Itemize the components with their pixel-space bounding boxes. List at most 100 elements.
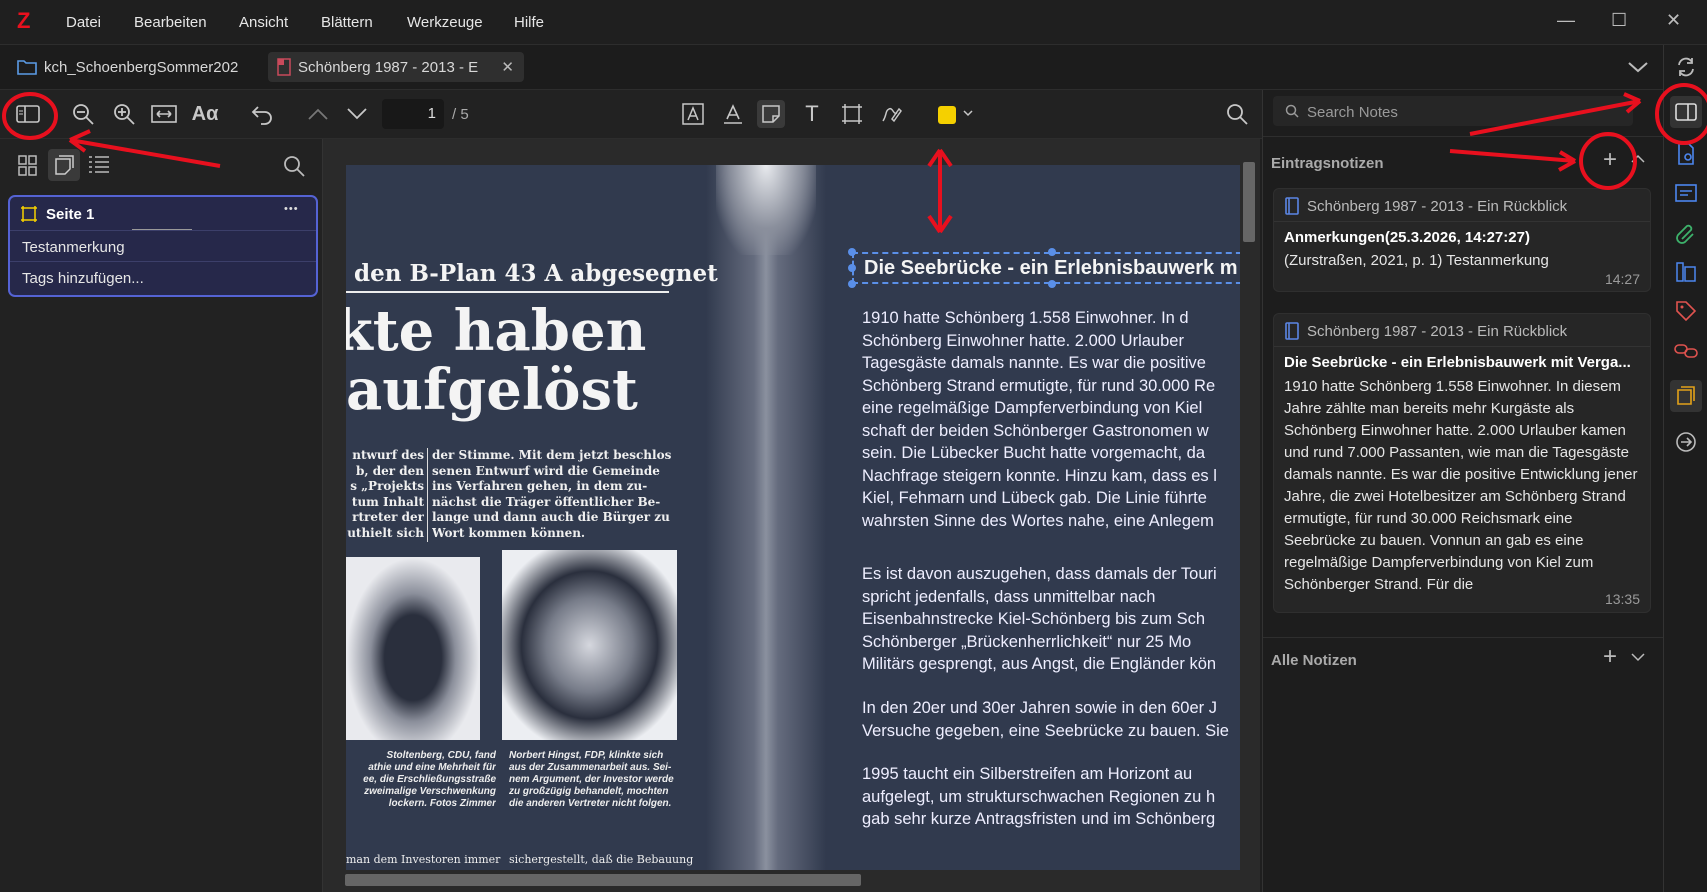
text-line: 1995 taucht ein Silberstreifen am Horizo… (862, 765, 1193, 783)
text-line: ee, die Erschließungsstraße (363, 774, 496, 785)
tab-library-label: kch_SchoenbergSommer202 (44, 58, 239, 76)
add-note-icon[interactable]: + (1603, 146, 1617, 174)
note-title: Die Seebrücke - ein Erlebnisbauwerk mit … (1284, 354, 1631, 371)
tab-bar: kch_SchoenbergSommer202 Schönberg 1987 -… (0, 45, 1663, 90)
libraries-collections-icon[interactable] (1674, 260, 1698, 284)
next-page-icon[interactable] (343, 100, 371, 128)
text-line: tum Inhalt (351, 494, 424, 509)
tab-reader-label: Schönberg 1987 - 2013 - E (298, 58, 479, 76)
menu-werkzeuge[interactable]: Werkzeuge (407, 14, 483, 31)
pdf-page[interactable]: den B-Plan 43 A abgesegnet kte haben auf… (346, 165, 1240, 870)
outline-view-icon[interactable] (88, 155, 110, 180)
rule (346, 291, 669, 293)
thumbnails-view-icon[interactable] (18, 155, 38, 182)
text-size-icon[interactable]: Aα (191, 100, 219, 128)
tab-library[interactable]: kch_SchoenbergSommer202 (16, 52, 252, 82)
text-line: Tagesgäste damals nannte. Es war die pos… (862, 354, 1206, 372)
text-line: Nachfrage steigern konnte. Hinzu kam, da… (862, 466, 1217, 485)
notes-icon[interactable] (1670, 380, 1702, 412)
menu-hilfe[interactable]: Hilfe (514, 14, 544, 31)
annotation-card[interactable]: Seite 1 ••• Testanmerkung Tags hinzufüge… (8, 195, 318, 297)
note-body: 1910 hatte Schönberg 1.558 Einwohner. In… (1284, 378, 1638, 593)
page-number-input[interactable]: 1 (382, 99, 444, 129)
vertical-scrollbar[interactable] (1240, 150, 1258, 870)
maximize-button[interactable]: ☐ (1611, 10, 1627, 31)
tab-reader[interactable]: Schönberg 1987 - 2013 - E ✕ (268, 52, 524, 82)
menu-blaettern[interactable]: Blättern (321, 14, 373, 31)
divider (10, 261, 316, 262)
info-icon[interactable] (1674, 142, 1698, 166)
note-icon[interactable] (757, 100, 785, 128)
resize-handle[interactable] (848, 264, 856, 272)
text-line: zu großzügig behandelt, mochten (509, 786, 669, 797)
scrollbar-thumb[interactable] (345, 874, 861, 886)
text-line: Wort kommen können. (432, 525, 586, 540)
close-button[interactable]: ✕ (1666, 10, 1681, 31)
article-headline: den B-Plan 43 A abgesegnet (354, 260, 718, 287)
fit-width-icon[interactable] (150, 100, 178, 128)
add-note-icon[interactable]: + (1603, 643, 1617, 671)
sync-icon[interactable] (1674, 55, 1698, 79)
highlight-color-swatch[interactable] (938, 106, 956, 124)
text-line: man dem Investoren immer (346, 853, 501, 866)
sidebar-search-icon[interactable] (283, 155, 305, 182)
related-icon[interactable] (1674, 339, 1698, 363)
resize-handle[interactable] (1048, 248, 1056, 256)
divider (1274, 346, 1650, 347)
resize-handle[interactable] (1048, 280, 1056, 288)
text-line: Stoltenberg, CDU, fand (386, 750, 496, 761)
menu-bearbeiten[interactable]: Bearbeiten (134, 14, 207, 31)
notes-search-box[interactable]: Search Notes (1273, 96, 1633, 126)
close-tab-icon[interactable]: ✕ (501, 58, 514, 76)
photo-right (502, 550, 677, 740)
menu-ansicht[interactable]: Ansicht (239, 14, 288, 31)
resize-handle[interactable] (848, 280, 856, 288)
zotero-logo: Z (17, 8, 31, 33)
underline-text-icon[interactable] (719, 100, 747, 128)
color-dropdown-icon[interactable] (963, 110, 973, 118)
book-icon (1285, 197, 1299, 215)
note-card[interactable]: Schönberg 1987 - 2013 - Ein Rückblick An… (1273, 188, 1651, 292)
text-line: Norbert Hingst, FDP, klinkte sich (509, 750, 664, 761)
title-bar: Z Datei Bearbeiten Ansicht Blättern Werk… (0, 0, 1707, 45)
annotations-view-icon[interactable] (48, 149, 80, 181)
zoom-in-icon[interactable] (110, 100, 138, 128)
text-line: aufgelegt, um strukturschwachen Regionen… (862, 787, 1216, 806)
resize-handle[interactable] (848, 248, 856, 256)
minimize-button[interactable]: — (1557, 10, 1575, 31)
expand-icon[interactable] (1631, 652, 1645, 662)
text-line: Schönberg Einwohner hatte. 2.000 Urlaube… (862, 331, 1184, 350)
article-right-title: Die Seebrücke - ein Erlebnisbauwerk m (864, 257, 1238, 279)
paragraph: 1995 taucht ein Silberstreifen am Horizo… (862, 763, 1215, 831)
text-box-icon[interactable] (679, 100, 707, 128)
add-tags-field[interactable]: Tags hinzufügen... (22, 270, 144, 287)
text-line: wahrsten Sinne des Wortes nahe, eine Anl… (862, 511, 1214, 530)
text-line: spricht jedenfalls, dass unmittelbar nac… (862, 587, 1156, 606)
note-card[interactable]: Schönberg 1987 - 2013 - Ein Rückblick Di… (1273, 313, 1651, 613)
zoom-out-icon[interactable] (69, 100, 97, 128)
chevron-down-icon[interactable] (1627, 59, 1649, 75)
text-line: sein. Die Lübecker Bucht hatte vorgemach… (862, 444, 1206, 462)
attachments-icon[interactable] (1674, 221, 1698, 245)
toggle-sidebar-icon[interactable] (14, 100, 42, 128)
annotation-comment[interactable]: Testanmerkung (22, 239, 125, 256)
select-area-icon[interactable] (838, 100, 866, 128)
previous-page-icon[interactable] (304, 100, 332, 128)
toggle-context-pane-icon[interactable] (1670, 96, 1702, 128)
text-line: Versuche gegeben, eine Seebrücke zu baue… (862, 721, 1229, 740)
collapse-icon[interactable] (1631, 154, 1645, 164)
tags-icon[interactable] (1674, 299, 1698, 323)
text-line: Kiel, Fehmarn und Lübeck gab. Die Linie … (862, 489, 1207, 507)
search-icon[interactable] (1223, 100, 1251, 128)
scrollbar-thumb[interactable] (1243, 162, 1255, 242)
ink-icon[interactable] (878, 100, 906, 128)
undo-icon[interactable] (248, 100, 276, 128)
text-line: Eisenbahnstrecke Kiel-Schönberg bis zum … (862, 610, 1206, 628)
locate-icon[interactable] (1674, 430, 1698, 454)
abstract-icon[interactable] (1674, 181, 1698, 205)
text-icon[interactable]: T (798, 100, 826, 128)
annotation-more-button[interactable]: ••• (284, 203, 299, 215)
menu-datei[interactable]: Datei (66, 14, 101, 31)
horizontal-scrollbar[interactable] (323, 871, 1240, 889)
all-notes-header: Alle Notizen (1271, 652, 1357, 669)
